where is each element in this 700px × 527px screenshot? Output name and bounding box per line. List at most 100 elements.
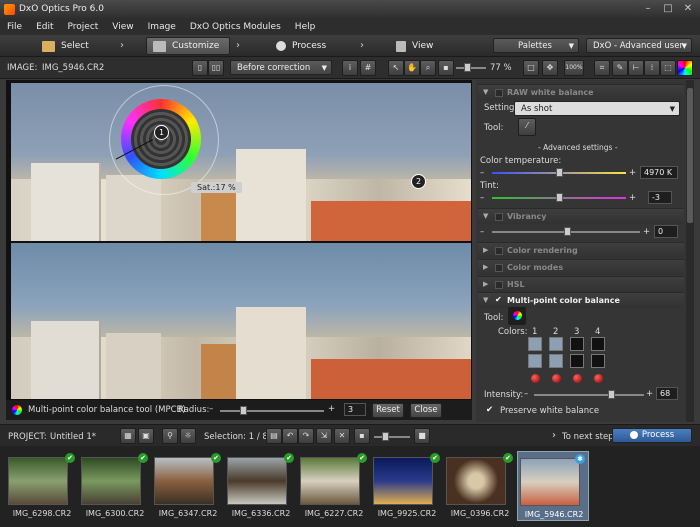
tab-view[interactable]: View xyxy=(390,37,460,55)
fit-icon[interactable]: □ xyxy=(523,60,539,76)
horizon-icon[interactable]: ⊢ xyxy=(628,60,644,76)
color-swatch[interactable] xyxy=(549,354,563,368)
tint-slider-thumb[interactable] xyxy=(556,193,563,202)
mpcb-tool-button[interactable] xyxy=(508,307,526,325)
thumbnail-item[interactable]: ✔ IMG_6298.CR2 xyxy=(6,451,78,521)
intensity-slider-thumb[interactable] xyxy=(608,390,615,399)
enable-checkbox[interactable] xyxy=(495,247,503,255)
rotate-right-icon[interactable]: ↷ xyxy=(298,428,314,444)
project-icon[interactable]: ▦ xyxy=(120,428,136,444)
menu-image[interactable]: Image xyxy=(141,22,183,32)
section-color-modes[interactable]: ▶ Color modes xyxy=(478,259,684,275)
vibrancy-input[interactable]: 0 xyxy=(654,225,678,238)
thumbnail-item[interactable]: ✔ IMG_6347.CR2 xyxy=(152,451,224,521)
thumbnail-item[interactable]: ✔ IMG_6227.CR2 xyxy=(298,451,370,521)
panel-scrollbar[interactable] xyxy=(686,80,694,422)
info-icon[interactable]: i xyxy=(342,60,358,76)
thumbnail-size-slider[interactable] xyxy=(374,432,410,441)
thumbnail-item[interactable]: ✔ IMG_0396.CR2 xyxy=(444,451,516,521)
palettes-dropdown[interactable]: Palettes ▼ xyxy=(493,38,579,53)
pointer-icon[interactable]: ↖ xyxy=(388,60,404,76)
color-picker-dot[interactable] xyxy=(594,374,603,383)
minus-icon[interactable]: – xyxy=(209,404,213,414)
color-swatch[interactable] xyxy=(570,354,584,368)
thumb-large-icon[interactable]: ■ xyxy=(414,428,430,444)
single-view-icon[interactable]: ▯ xyxy=(192,60,208,76)
section-hsl[interactable]: ▶ HSL xyxy=(478,276,684,292)
filter-icon[interactable]: ⚲ xyxy=(162,428,178,444)
checked-checkbox[interactable]: ✔ xyxy=(495,296,503,305)
delete-icon[interactable]: ✕ xyxy=(334,428,350,444)
tint-slider[interactable] xyxy=(492,193,626,202)
zoom-out-icon[interactable]: ▪ xyxy=(438,60,454,76)
plus-icon[interactable]: + xyxy=(629,168,636,178)
color-swatch[interactable] xyxy=(549,337,563,351)
thumbnail-item[interactable]: ✔ IMG_6336.CR2 xyxy=(225,451,297,521)
zoom-100-button[interactable]: 100% xyxy=(564,60,584,76)
radius-slider-thumb[interactable] xyxy=(240,406,247,415)
color-picker-dot[interactable] xyxy=(531,374,540,383)
temperature-input[interactable]: 4970 K xyxy=(640,166,678,179)
section-color-rendering[interactable]: ▶ Color rendering xyxy=(478,242,684,258)
tint-input[interactable]: -3 xyxy=(648,191,672,204)
reset-button[interactable]: Reset xyxy=(372,403,404,418)
copy-settings-icon[interactable]: ▤ xyxy=(266,428,282,444)
enable-checkbox[interactable] xyxy=(495,281,503,289)
color-picker-dot[interactable] xyxy=(552,374,561,383)
color-picker-dot[interactable] xyxy=(573,374,582,383)
next-step-link[interactable]: To next step xyxy=(562,432,614,442)
workspace-dropdown[interactable]: DxO - Advanced user ▼ xyxy=(586,38,692,53)
minus-icon[interactable]: – xyxy=(480,227,484,237)
plus-icon[interactable]: + xyxy=(328,404,335,414)
menu-edit[interactable]: Edit xyxy=(29,22,60,32)
temperature-slider[interactable] xyxy=(492,168,626,177)
enable-checkbox[interactable] xyxy=(495,89,503,97)
temperature-slider-thumb[interactable] xyxy=(556,168,563,177)
project-settings-icon[interactable]: ▣ xyxy=(138,428,154,444)
menu-view[interactable]: View xyxy=(105,22,140,32)
section-multipoint-color-balance[interactable]: ▼ ✔ Multi-point color balance xyxy=(478,292,684,308)
menu-project[interactable]: Project xyxy=(61,22,106,32)
color-swatch[interactable] xyxy=(528,354,542,368)
split-view-icon[interactable]: ▯▯ xyxy=(208,60,224,76)
move-icon[interactable]: ✥ xyxy=(542,60,558,76)
plus-icon[interactable]: + xyxy=(629,193,636,203)
menu-file[interactable]: File xyxy=(0,22,29,32)
menu-help[interactable]: Help xyxy=(288,22,323,32)
minus-icon[interactable]: – xyxy=(480,193,484,203)
volume-icon[interactable]: ⁞ xyxy=(644,60,660,76)
menu-dxo-modules[interactable]: DxO Optics Modules xyxy=(183,22,288,32)
thumbnail-size-thumb[interactable] xyxy=(382,432,389,441)
marker-1[interactable]: 1 xyxy=(154,125,169,140)
minus-icon[interactable]: – xyxy=(480,168,484,178)
color-wheel-icon[interactable] xyxy=(677,60,693,76)
marker-2[interactable]: 2 xyxy=(411,174,426,189)
intensity-slider[interactable] xyxy=(534,390,644,399)
grid-icon[interactable]: # xyxy=(360,60,376,76)
vibrancy-slider[interactable] xyxy=(492,227,640,236)
minus-icon[interactable]: – xyxy=(524,389,528,399)
process-button[interactable]: Process xyxy=(612,428,692,443)
minimize-button[interactable]: – xyxy=(642,3,654,14)
wb-setting-dropdown[interactable]: As shot ▼ xyxy=(514,101,680,116)
tab-select[interactable]: Select xyxy=(36,37,118,55)
crop-icon[interactable]: ⌗ xyxy=(594,60,610,76)
thumb-small-icon[interactable]: ▪ xyxy=(354,428,370,444)
close-button[interactable]: ✕ xyxy=(682,3,694,14)
color-swatch[interactable] xyxy=(528,337,542,351)
corrected-image-pane[interactable]: 1 Sat.:17 % 2 xyxy=(11,83,471,241)
close-mpcb-button[interactable]: Close xyxy=(410,403,442,418)
zoom-icon[interactable]: ⌕ xyxy=(420,60,436,76)
thumbnail-item[interactable]: ✔ IMG_6300.CR2 xyxy=(79,451,151,521)
thumbnail-item[interactable]: ✔ IMG_9925.CR2 xyxy=(371,451,443,521)
section-vibrancy[interactable]: ▼ Vibrancy xyxy=(478,208,684,224)
perspective-icon[interactable]: ⬚ xyxy=(660,60,676,76)
radius-slider[interactable] xyxy=(220,406,324,415)
export-icon[interactable]: ⇲ xyxy=(316,428,332,444)
vibrancy-slider-thumb[interactable] xyxy=(564,227,571,236)
compare-dropdown[interactable]: Before correction ▼ xyxy=(230,60,332,75)
rotate-left-icon[interactable]: ↶ xyxy=(282,428,298,444)
eraser-icon[interactable]: ✎ xyxy=(612,60,628,76)
tab-customize[interactable]: Customize xyxy=(146,37,230,55)
checked-checkbox[interactable]: ✔ xyxy=(486,405,493,415)
